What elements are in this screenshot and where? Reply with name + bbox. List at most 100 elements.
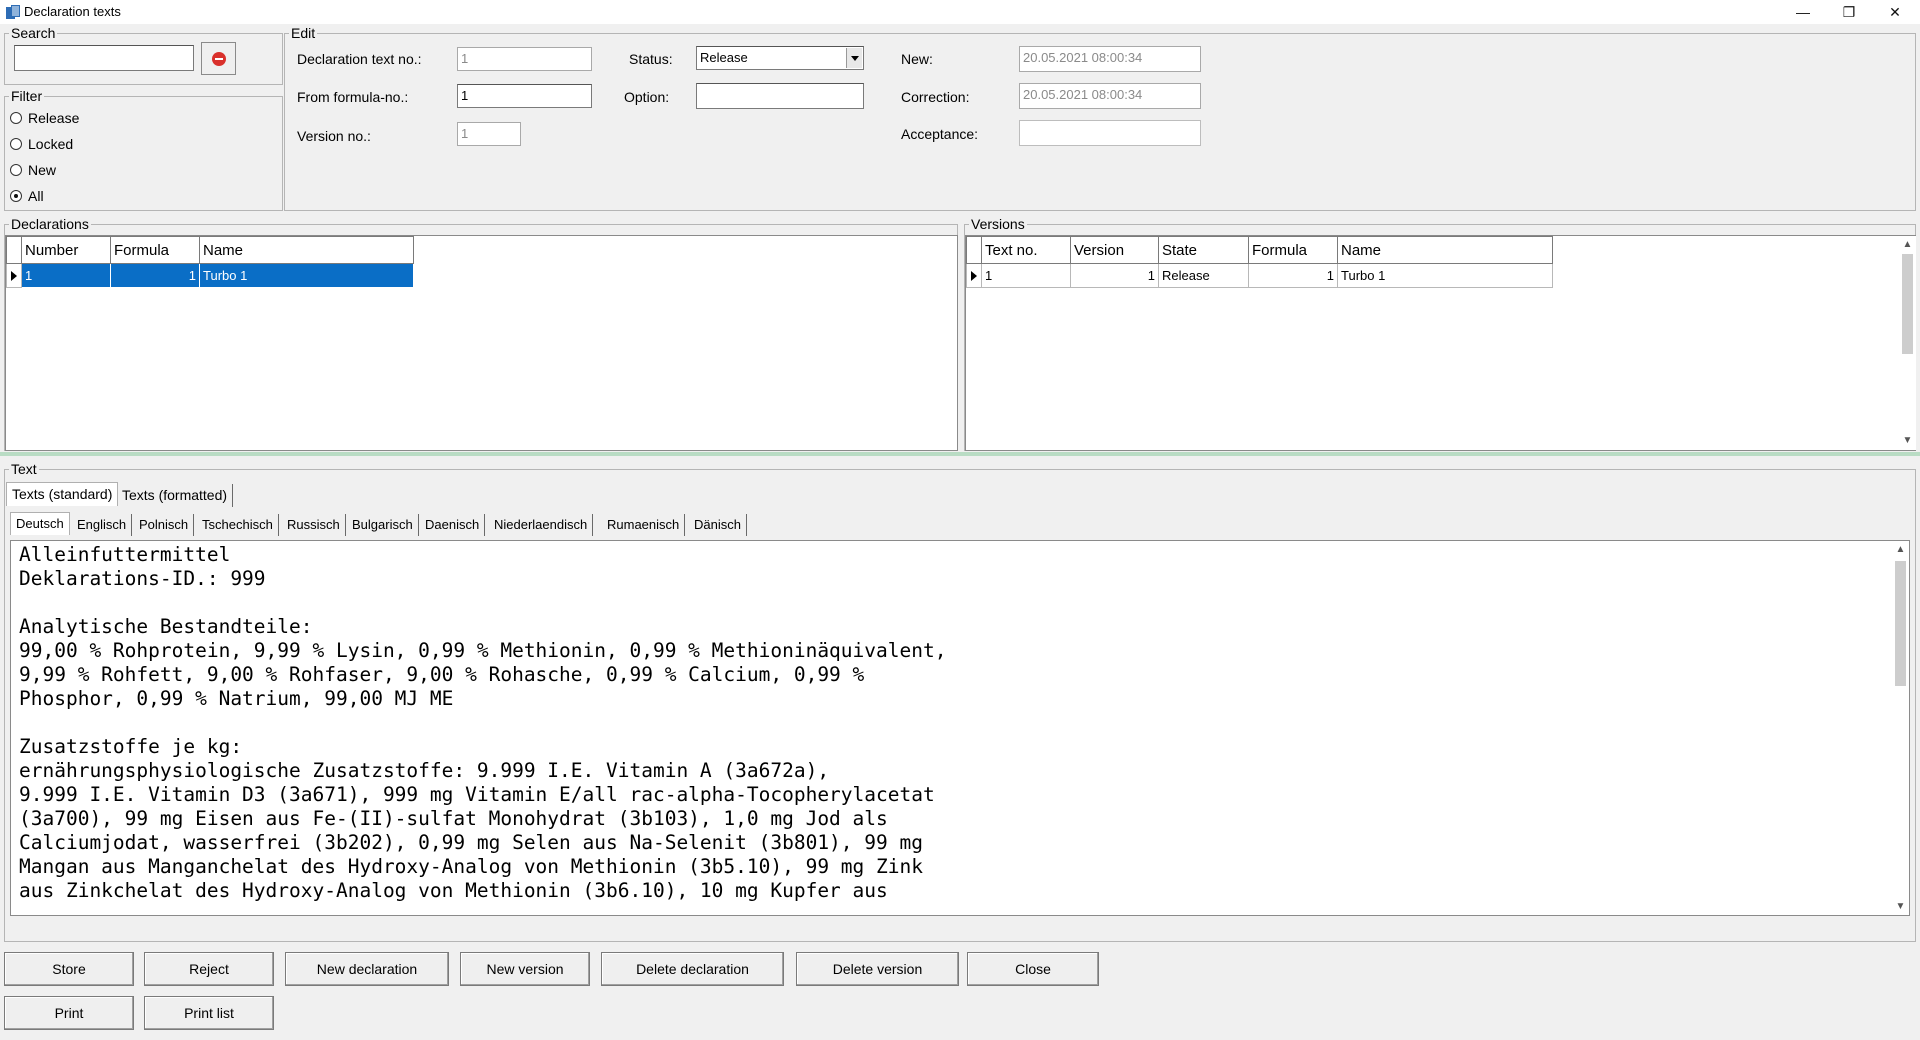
option-field[interactable] bbox=[696, 83, 864, 109]
declaration-number-cell[interactable]: 1 bbox=[21, 263, 111, 288]
from-formula-no-label: From formula-no.: bbox=[297, 89, 409, 105]
version-version-cell[interactable]: 1 bbox=[1070, 263, 1159, 288]
filter-group-label: Filter bbox=[9, 88, 45, 104]
app-icon bbox=[6, 5, 20, 19]
version-formula-cell[interactable]: 1 bbox=[1248, 263, 1338, 288]
new-date-field[interactable]: 20.05.2021 08:00:34 bbox=[1019, 46, 1201, 72]
tab-niederlaendisch[interactable]: Niederlaendisch bbox=[489, 514, 594, 536]
column-header-formula[interactable]: Formula bbox=[110, 236, 200, 264]
column-header-version[interactable]: Version bbox=[1070, 236, 1159, 264]
horizontal-splitter[interactable] bbox=[0, 452, 1920, 456]
clear-icon bbox=[211, 51, 226, 66]
filter-locked-radio[interactable]: Locked bbox=[10, 136, 73, 152]
status-dropdown[interactable]: Release bbox=[696, 46, 864, 70]
tab-texts-standard[interactable]: Texts (standard) bbox=[6, 482, 119, 506]
acceptance-date-field[interactable] bbox=[1019, 120, 1201, 146]
scrollbar-thumb[interactable] bbox=[1902, 254, 1913, 354]
declarations-group-label: Declarations bbox=[9, 216, 91, 232]
table-row[interactable]: 1 1 Turbo 1 bbox=[6, 263, 414, 288]
from-formula-no-field[interactable]: 1 bbox=[457, 84, 592, 108]
tab-deutsch[interactable]: Deutsch bbox=[10, 512, 70, 535]
radio-button[interactable] bbox=[10, 138, 22, 150]
versions-group: Versions Text no. Version State Formula … bbox=[964, 216, 1916, 451]
search-group-label: Search bbox=[9, 25, 58, 41]
edit-group: Edit Declaration text no.: 1 From formul… bbox=[284, 25, 1916, 211]
correction-date-field[interactable]: 20.05.2021 08:00:34 bbox=[1019, 83, 1201, 109]
version-no-field[interactable]: 1 bbox=[457, 122, 521, 146]
status-label: Status: bbox=[629, 51, 673, 67]
scrollbar-thumb[interactable] bbox=[1895, 561, 1906, 686]
table-row[interactable]: 1 1 Release 1 Turbo 1 bbox=[966, 263, 1553, 288]
minimize-icon[interactable]: — bbox=[1780, 0, 1826, 24]
declarations-table: Number Formula Name 1 1 Turbo 1 bbox=[6, 236, 414, 288]
scroll-down-icon[interactable]: ▼ bbox=[1892, 898, 1909, 915]
declarations-grid[interactable]: Number Formula Name 1 1 Turbo 1 bbox=[5, 235, 958, 451]
declaration-text-content[interactable]: Alleinfuttermittel Deklarations-ID.: 999… bbox=[19, 543, 1879, 903]
column-header-text-no[interactable]: Text no. bbox=[981, 236, 1071, 264]
edit-group-label: Edit bbox=[289, 25, 318, 41]
chevron-down-icon[interactable] bbox=[846, 48, 862, 68]
scroll-up-icon[interactable]: ▲ bbox=[1899, 236, 1916, 253]
declaration-name-cell[interactable]: Turbo 1 bbox=[199, 263, 414, 288]
radio-button[interactable] bbox=[10, 164, 22, 176]
status-value: Release bbox=[700, 50, 748, 65]
column-header-name[interactable]: Name bbox=[199, 236, 414, 264]
filter-release-radio[interactable]: Release bbox=[10, 110, 79, 126]
radio-button[interactable] bbox=[10, 112, 22, 124]
tab-tschechisch[interactable]: Tschechisch bbox=[197, 514, 279, 536]
declarations-group: Declarations Number Formula Name 1 1 Tur… bbox=[4, 216, 958, 451]
tab-russisch[interactable]: Russisch bbox=[282, 514, 346, 536]
filter-new-radio[interactable]: New bbox=[10, 162, 56, 178]
versions-table: Text no. Version State Formula Name 1 1 … bbox=[966, 236, 1553, 288]
radio-button[interactable] bbox=[10, 190, 22, 202]
declaration-text-no-field[interactable]: 1 bbox=[457, 47, 592, 71]
title-bar: Declaration texts — ❐ ✕ bbox=[0, 0, 1920, 24]
declaration-text-editor[interactable]: Alleinfuttermittel Deklarations-ID.: 999… bbox=[10, 540, 1910, 916]
tab-texts-formatted[interactable]: Texts (formatted) bbox=[117, 484, 234, 507]
current-row-icon bbox=[11, 270, 17, 281]
tab-daenisch-2[interactable]: Dänisch bbox=[689, 514, 747, 536]
print-button[interactable]: Print bbox=[4, 996, 134, 1030]
close-icon[interactable]: ✕ bbox=[1872, 0, 1918, 24]
reject-button[interactable]: Reject bbox=[144, 952, 274, 986]
column-header-name[interactable]: Name bbox=[1337, 236, 1553, 264]
scroll-up-icon[interactable]: ▲ bbox=[1892, 541, 1909, 558]
filter-locked-label: Locked bbox=[28, 136, 74, 152]
new-label: New: bbox=[901, 51, 933, 67]
delete-version-button[interactable]: Delete version bbox=[796, 952, 959, 986]
column-header-formula[interactable]: Formula bbox=[1248, 236, 1338, 264]
restore-icon[interactable]: ❐ bbox=[1826, 0, 1872, 24]
clear-search-button[interactable] bbox=[201, 42, 236, 75]
version-state-cell[interactable]: Release bbox=[1158, 263, 1249, 288]
row-indicator-header bbox=[966, 236, 982, 264]
store-button[interactable]: Store bbox=[4, 952, 134, 986]
new-version-button[interactable]: New version bbox=[460, 952, 590, 986]
column-header-number[interactable]: Number bbox=[21, 236, 111, 264]
tab-rumaenisch[interactable]: Rumaenisch bbox=[602, 514, 686, 536]
version-text-no-cell[interactable]: 1 bbox=[981, 263, 1071, 288]
correction-label: Correction: bbox=[901, 89, 970, 105]
tab-daenisch[interactable]: Daenisch bbox=[420, 514, 486, 536]
text-vertical-scrollbar[interactable]: ▲ ▼ bbox=[1892, 541, 1909, 915]
versions-header-row: Text no. Version State Formula Name bbox=[966, 236, 1553, 264]
version-name-cell[interactable]: Turbo 1 bbox=[1337, 263, 1553, 288]
tab-polnisch[interactable]: Polnisch bbox=[134, 514, 195, 536]
tab-bulgarisch[interactable]: Bulgarisch bbox=[347, 514, 419, 536]
filter-all-radio[interactable]: All bbox=[10, 188, 44, 204]
print-list-button[interactable]: Print list bbox=[144, 996, 274, 1030]
versions-scrollbar[interactable]: ▲ ▼ bbox=[1899, 236, 1916, 450]
delete-declaration-button[interactable]: Delete declaration bbox=[601, 952, 784, 986]
current-row-icon bbox=[971, 270, 977, 281]
filter-release-label: Release bbox=[28, 110, 80, 126]
declarations-header-row: Number Formula Name bbox=[6, 236, 414, 264]
close-button[interactable]: Close bbox=[967, 952, 1099, 986]
search-input[interactable] bbox=[14, 45, 194, 71]
new-declaration-button[interactable]: New declaration bbox=[285, 952, 449, 986]
declaration-text-no-label: Declaration text no.: bbox=[297, 51, 422, 67]
tab-englisch[interactable]: Englisch bbox=[72, 514, 133, 536]
versions-grid[interactable]: Text no. Version State Formula Name 1 1 … bbox=[965, 235, 1916, 451]
column-header-state[interactable]: State bbox=[1158, 236, 1249, 264]
filter-all-label: All bbox=[28, 188, 44, 204]
scroll-down-icon[interactable]: ▼ bbox=[1899, 432, 1916, 449]
declaration-formula-cell[interactable]: 1 bbox=[110, 263, 200, 288]
